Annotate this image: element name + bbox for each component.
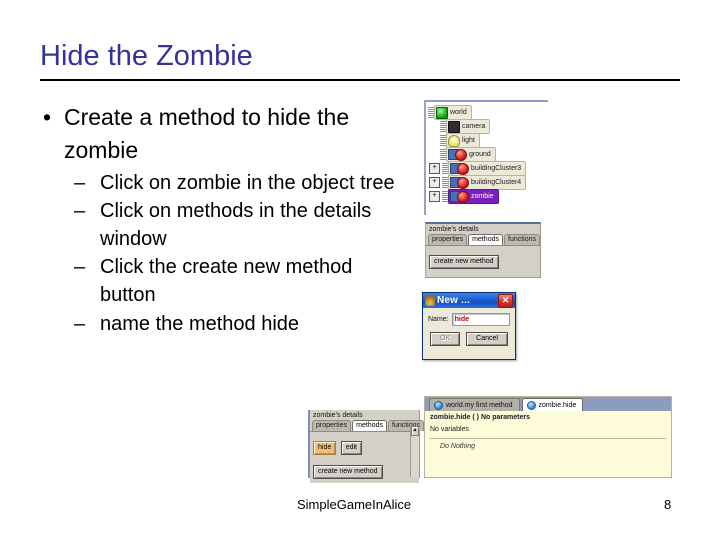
details-panel-screenshot: zombie's details properties methods func… xyxy=(425,222,541,278)
object-icon xyxy=(450,176,471,189)
method-bead-icon xyxy=(434,400,443,410)
tree-node-chip[interactable]: world xyxy=(434,105,472,120)
title-divider xyxy=(40,79,680,81)
expand-toggle-icon[interactable]: + xyxy=(429,177,440,188)
create-new-method-button[interactable]: create new method xyxy=(313,465,383,479)
tree-node-label: zombie xyxy=(471,192,494,200)
create-new-method-button[interactable]: create new method xyxy=(429,255,499,269)
tree-node-chip-selected[interactable]: zombie xyxy=(448,189,499,204)
dialog-body: Name: hide OK Cancel xyxy=(423,308,515,350)
world-sphere-icon xyxy=(436,106,448,119)
tree-node-label: world xyxy=(450,108,467,116)
bullet-text: name the method hide xyxy=(100,312,300,335)
footer-page-number: 8 xyxy=(664,497,672,512)
tree-node-label: buildingCluster3 xyxy=(471,164,522,172)
name-field-label: Name: xyxy=(428,316,449,323)
bullet-level2: – Click on zombie in the object tree xyxy=(36,170,396,198)
tree-node-label: buildingCluster4 xyxy=(471,178,522,186)
tree-node-chip[interactable]: ground xyxy=(446,147,496,162)
method-row: hide edit xyxy=(313,436,416,455)
tree-node-chip[interactable]: light xyxy=(446,133,480,148)
ok-button[interactable]: OK xyxy=(430,332,461,346)
details-panel-title: zombie's details xyxy=(429,226,479,233)
details-panel-body: hide edit create new method xyxy=(310,431,419,483)
bottom-details-panel-screenshot: zombie's details properties methods func… xyxy=(308,410,425,483)
dialog-button-row: OK Cancel xyxy=(428,332,510,346)
cancel-button[interactable]: Cancel xyxy=(466,332,508,346)
dialog-title: New ... xyxy=(437,295,471,306)
editor-tab-world-my-first-method[interactable]: world.my first method xyxy=(429,398,520,411)
object-icon xyxy=(448,148,469,161)
expand-toggle-icon[interactable]: + xyxy=(429,163,440,174)
bullet-level1: • Create a method to hide the zombie xyxy=(36,101,396,168)
tree-node-world[interactable]: world xyxy=(428,105,548,120)
close-icon[interactable]: ✕ xyxy=(498,293,513,308)
tree-node-label: camera xyxy=(462,122,486,130)
new-method-dialog-screenshot: New ... ✕ Name: hide OK Cancel xyxy=(422,292,516,360)
method-variables: No variables xyxy=(430,426,469,433)
bullet-level2: – name the method hide xyxy=(36,311,396,339)
bullet-text: Create a method to hide the zombie xyxy=(64,104,350,164)
bullet-marker: – xyxy=(74,171,86,194)
expand-toggle-icon[interactable]: + xyxy=(429,191,440,202)
tree-node-chip[interactable]: camera xyxy=(446,119,491,134)
bullet-text: Click on methods in the details window xyxy=(100,200,372,250)
method-editor-screenshot: world.my first method zombie.hide zombie… xyxy=(424,396,672,478)
bullet-text: Click on zombie in the object tree xyxy=(100,171,395,194)
tree-node-buildingcluster4[interactable]: + buildingCluster4 xyxy=(429,175,548,190)
editor-do-nothing-statement[interactable]: Do Nothing xyxy=(430,443,666,450)
tree-node-chip[interactable]: buildingCluster3 xyxy=(448,161,527,176)
dialog-name-row: Name: hide xyxy=(428,313,510,326)
edit-button[interactable]: edit xyxy=(340,441,362,455)
details-panel-tabs: properties methods functions xyxy=(310,420,425,431)
bullet-text: Click the create new method button xyxy=(100,256,353,307)
method-signature: zombie.hide ( ) No parameters xyxy=(430,414,530,421)
editor-tab-label: world.my first method xyxy=(446,401,513,409)
tree-node-buildingcluster3[interactable]: + buildingCluster3 xyxy=(429,161,548,176)
tree-node-ground[interactable]: ground xyxy=(440,147,548,162)
light-bulb-icon xyxy=(448,134,460,147)
footer-deck-title: SimpleGameInAlice xyxy=(297,497,412,512)
bullet-level2: – Click on methods in the details window xyxy=(36,198,396,253)
bullet-marker: – xyxy=(74,256,86,279)
alice-app-icon xyxy=(425,295,435,306)
tab-methods[interactable]: methods xyxy=(352,420,387,431)
slide-body: • Create a method to hide the zombie – C… xyxy=(36,101,396,338)
bullet-level2: – Click the create new method button xyxy=(36,254,396,309)
details-panel-tabs: properties methods functions xyxy=(426,234,541,245)
method-bead-icon xyxy=(526,400,536,410)
bullet-marker: – xyxy=(74,312,86,335)
tab-properties[interactable]: properties xyxy=(312,420,352,431)
editor-body: zombie.hide ( ) No parameters No variabl… xyxy=(425,411,671,453)
editor-divider xyxy=(430,438,666,439)
name-input[interactable]: hide xyxy=(451,313,510,326)
tree-node-light[interactable]: light xyxy=(440,133,548,148)
bullet-marker: • xyxy=(43,104,52,130)
object-icon xyxy=(450,162,471,175)
dialog-titlebar: New ... ✕ xyxy=(423,293,515,308)
tree-node-camera[interactable]: camera xyxy=(440,119,548,134)
object-icon xyxy=(450,190,471,203)
scrollbar[interactable]: ▲ xyxy=(410,426,419,477)
details-panel-title: zombie's details xyxy=(313,412,363,419)
details-panel-body: create new method xyxy=(426,245,540,272)
bullet-marker: – xyxy=(74,200,86,223)
tree-node-label: light xyxy=(462,136,475,144)
tree-node-chip[interactable]: buildingCluster4 xyxy=(448,175,527,190)
tab-properties[interactable]: properties xyxy=(428,234,468,245)
tab-functions[interactable]: functions xyxy=(504,234,541,245)
editor-tabstrip: world.my first method zombie.hide xyxy=(425,397,671,411)
editor-tab-zombie-hide[interactable]: zombie.hide xyxy=(521,398,584,411)
object-tree-screenshot: world camera light ground + buildingClus… xyxy=(424,100,548,215)
editor-tab-label: zombie.hide xyxy=(538,401,577,409)
page-title: Hide the Zombie xyxy=(40,40,253,72)
scroll-up-icon[interactable]: ▲ xyxy=(411,426,419,436)
tab-methods[interactable]: methods xyxy=(468,234,503,245)
tree-node-label: ground xyxy=(469,150,491,158)
camera-icon xyxy=(448,120,460,133)
method-hide-tile[interactable]: hide xyxy=(313,441,337,455)
tree-node-zombie[interactable]: + zombie xyxy=(429,189,548,204)
